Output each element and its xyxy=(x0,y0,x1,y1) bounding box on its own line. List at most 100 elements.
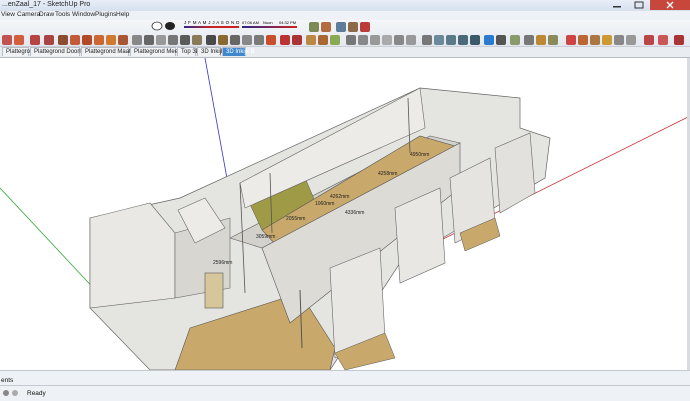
scale-icon[interactable] xyxy=(106,35,116,45)
monochrome-icon[interactable] xyxy=(484,35,494,45)
layers-icon[interactable] xyxy=(348,22,358,32)
right-view-icon[interactable] xyxy=(382,35,392,45)
hidden-line-icon[interactable] xyxy=(446,35,456,45)
zoom-window-icon[interactable] xyxy=(242,35,252,45)
zoom-extents-icon[interactable] xyxy=(254,35,264,45)
close-button[interactable] xyxy=(650,0,690,10)
maximize-button[interactable] xyxy=(628,0,650,10)
dimension-label: 1060mm xyxy=(315,201,334,207)
shadow-settings: J F M A M J J A S O N D 07:06 AM Noon 04… xyxy=(150,20,300,32)
axes-icon[interactable] xyxy=(180,35,190,45)
maximize-icon xyxy=(634,1,644,9)
close-icon xyxy=(666,1,674,9)
scenes-icon[interactable] xyxy=(360,22,370,32)
tape-measure-icon[interactable] xyxy=(132,35,142,45)
xray-icon[interactable] xyxy=(422,35,432,45)
tab-3d-inkijk-a[interactable]: 3D Inkijk A xyxy=(197,47,229,56)
shaded-icon[interactable] xyxy=(458,35,468,45)
shaded-textures-icon[interactable] xyxy=(470,35,480,45)
position-camera-icon[interactable] xyxy=(292,35,302,45)
plugin-b-icon[interactable] xyxy=(578,35,588,45)
tab-plattegrond[interactable]: Plattegrond xyxy=(2,47,37,56)
follow-me-icon[interactable] xyxy=(94,35,104,45)
tab-plattegrond-meermaten[interactable]: Plattegrond Meermaten xyxy=(130,47,197,56)
status-bar: ents Ready xyxy=(0,370,690,401)
shadow-time-end: 04:32 PM xyxy=(279,20,297,25)
dimension-label: 2055mm xyxy=(286,216,305,222)
3d-text-icon[interactable] xyxy=(192,35,202,45)
dimension-label: 2596mm xyxy=(213,260,232,266)
geo-location-icon[interactable] xyxy=(2,389,22,397)
iso-view-icon[interactable] xyxy=(346,35,356,45)
scene-tabs: Plattegrond Plattegrond Doorloopmaat Pla… xyxy=(0,47,690,58)
left-view-icon[interactable] xyxy=(406,35,416,45)
plugin-f-icon[interactable] xyxy=(626,35,636,45)
minimize-icon xyxy=(613,6,621,8)
top-view-icon[interactable] xyxy=(358,35,368,45)
protractor-icon[interactable] xyxy=(156,35,166,45)
look-around-icon[interactable] xyxy=(318,35,328,45)
materials-icon[interactable] xyxy=(321,22,331,32)
wireframe-icon[interactable] xyxy=(434,35,444,45)
drawing-area[interactable]: 4262mm 4258mm 2055mm 1060mm 4336mm 2596m… xyxy=(0,58,690,370)
tab-plattegrond-doorloopmaat[interactable]: Plattegrond Doorloopmaat xyxy=(30,47,104,56)
orbit-icon[interactable] xyxy=(206,35,216,45)
menu-draw[interactable]: Draw xyxy=(39,11,54,18)
styles-icon[interactable] xyxy=(336,22,346,32)
eraser-icon[interactable] xyxy=(14,35,24,45)
plugin-g-icon[interactable] xyxy=(644,35,654,45)
dimension-icon[interactable] xyxy=(144,35,154,45)
arc-icon[interactable] xyxy=(44,35,54,45)
menu-window[interactable]: Window xyxy=(72,11,95,18)
camera-icon[interactable] xyxy=(496,35,506,45)
shadow-toggle-icon[interactable] xyxy=(150,20,180,32)
menu-plugins[interactable]: Plugins xyxy=(95,11,116,18)
time-slider[interactable] xyxy=(242,26,297,28)
rotate-icon[interactable] xyxy=(82,35,92,45)
shadow-months: J F M A M J J A S O N D xyxy=(184,20,240,25)
walk-icon[interactable] xyxy=(306,35,316,45)
menu-view[interactable]: View xyxy=(1,11,15,18)
pencil-icon[interactable] xyxy=(30,35,40,45)
menu-camera[interactable]: Camera xyxy=(17,11,40,18)
components-icon[interactable] xyxy=(309,22,319,32)
offset-icon[interactable] xyxy=(118,35,128,45)
plugin-e-icon[interactable] xyxy=(614,35,624,45)
get-models-icon[interactable] xyxy=(524,35,534,45)
pan-icon[interactable] xyxy=(218,35,228,45)
next-view-icon[interactable] xyxy=(280,35,290,45)
menu-bar: View Camera Draw Tools Window Plugins He… xyxy=(0,11,690,20)
status-text: Ready xyxy=(27,390,46,397)
dimension-label: 4336mm xyxy=(345,210,364,216)
section-plane-icon[interactable] xyxy=(330,35,340,45)
tab-top-3d[interactable]: Top 3D xyxy=(177,47,200,56)
tab-3d-inkijk-b[interactable]: 3D Inkijk B xyxy=(222,47,255,56)
push-pull-icon[interactable] xyxy=(58,35,68,45)
shadow-time-start: 07:06 AM xyxy=(242,20,259,25)
select-icon[interactable] xyxy=(2,35,12,45)
dimension-label: 3059mm xyxy=(256,234,275,240)
building-model xyxy=(89,87,551,370)
menu-help[interactable]: Help xyxy=(116,11,129,18)
move-icon[interactable] xyxy=(70,35,80,45)
tab-plattegrond-maatvoeren[interactable]: Plattegrond Maatvoeren xyxy=(81,47,149,56)
menu-tools[interactable]: Tools xyxy=(55,11,70,18)
previous-view-icon[interactable] xyxy=(266,35,276,45)
plugin-c-icon[interactable] xyxy=(590,35,600,45)
plugin-a-icon[interactable] xyxy=(566,35,576,45)
minimize-button[interactable] xyxy=(606,0,628,10)
sandbox-icon[interactable] xyxy=(510,35,520,45)
zoom-icon[interactable] xyxy=(230,35,240,45)
front-view-icon[interactable] xyxy=(370,35,380,45)
plugin-i-icon[interactable] xyxy=(674,35,684,45)
plugin-h-icon[interactable] xyxy=(658,35,668,45)
model-view[interactable]: 4262mm 4258mm 2055mm 1060mm 4336mm 2596m… xyxy=(0,58,690,370)
month-slider[interactable] xyxy=(184,26,239,28)
share-model-icon[interactable] xyxy=(536,35,546,45)
door xyxy=(204,272,224,309)
share-component-icon[interactable] xyxy=(548,35,558,45)
back-view-icon[interactable] xyxy=(394,35,404,45)
measurements-label: ents xyxy=(1,377,14,384)
plugin-d-icon[interactable] xyxy=(602,35,612,45)
text-icon[interactable] xyxy=(168,35,178,45)
